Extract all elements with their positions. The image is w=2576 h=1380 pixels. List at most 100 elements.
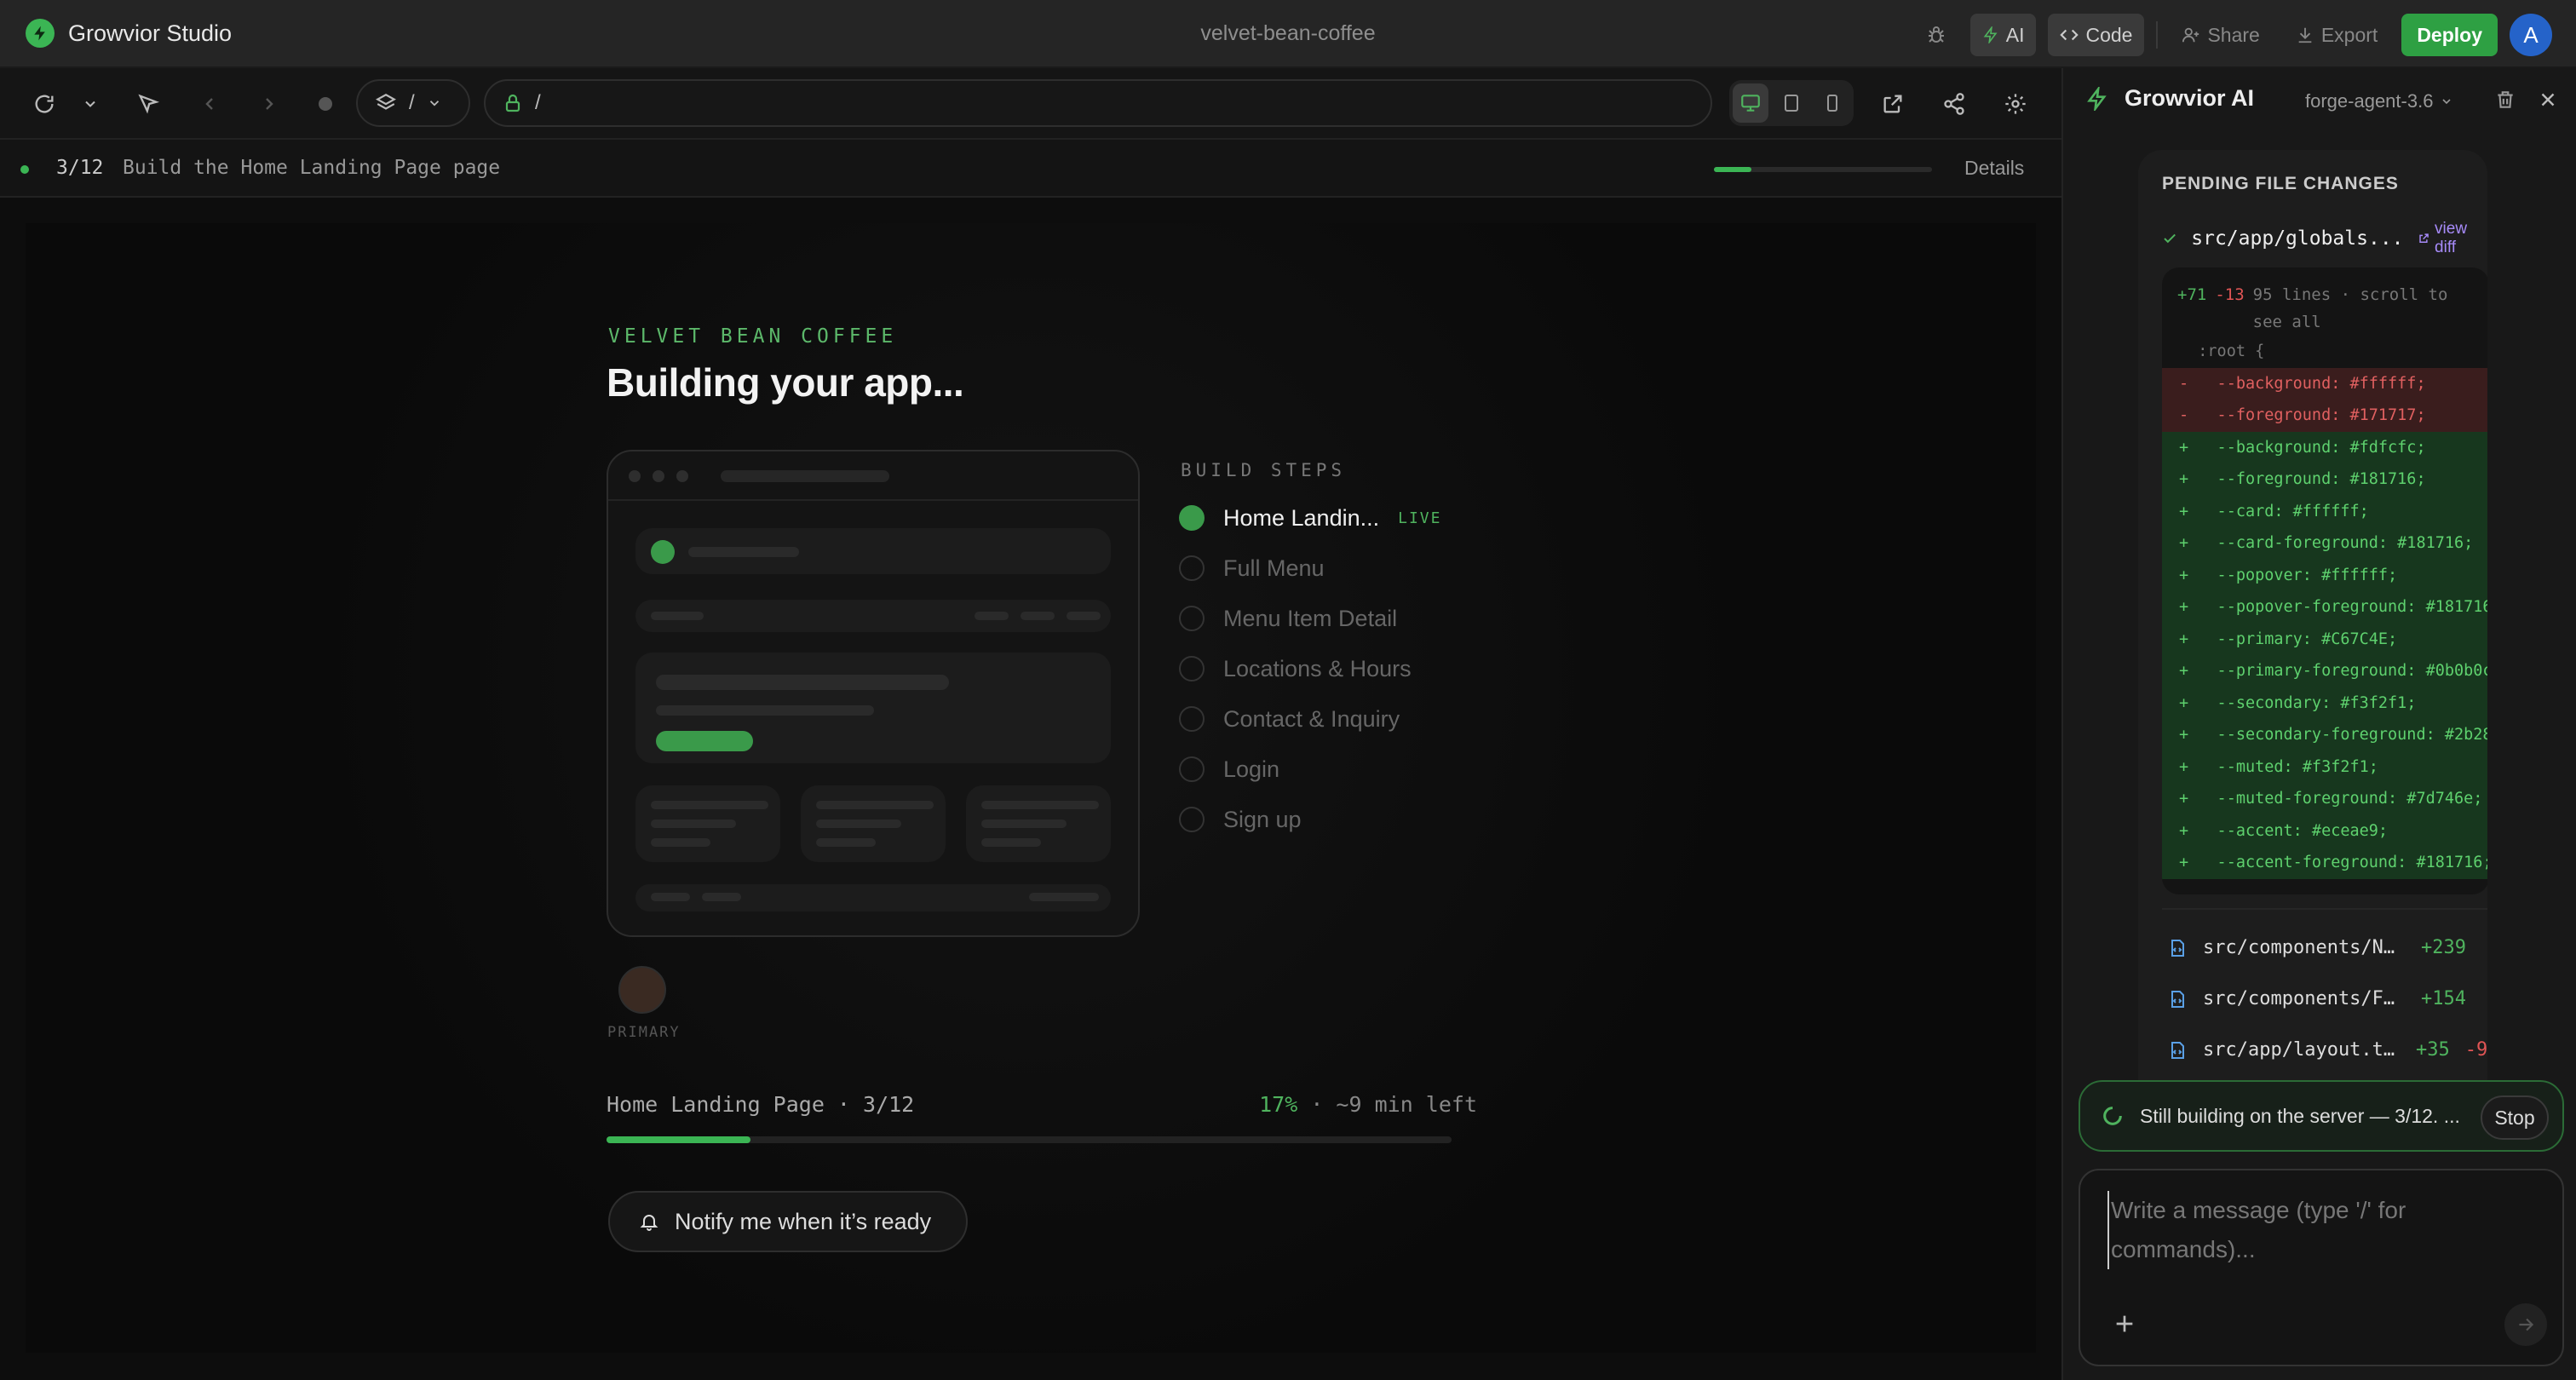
spinner-icon (2103, 1107, 2122, 1125)
app-window: Growvior Studio velvet-bean-coffee AI Co… (0, 0, 2576, 1380)
step-status-icon (1179, 656, 1205, 681)
building-status: Still building on the server — 3/12. ...… (2079, 1080, 2564, 1152)
step-status-icon (1179, 606, 1205, 631)
details-button[interactable]: Details (1964, 157, 2024, 180)
preview-toolbar: / / (0, 68, 2061, 140)
task-step: 3/12 (56, 157, 104, 179)
code-toggle-button[interactable]: Code (2048, 14, 2145, 56)
app-brand: Growvior Studio (26, 19, 232, 48)
step-label: Menu Item Detail (1223, 605, 1398, 631)
build-step: Home Landin... LIVE (1179, 501, 1441, 535)
chevron-right-icon (266, 98, 273, 110)
changed-file-removed: -9 (2464, 1039, 2487, 1061)
chevron-down-icon (429, 101, 439, 106)
select-element-button[interactable] (131, 87, 165, 121)
avatar[interactable]: A (2510, 14, 2552, 56)
changed-file-added: +35 (2416, 1039, 2450, 1061)
changed-file-row[interactable]: src/app/layout.tsx +35 -9 (2167, 1039, 2487, 1061)
build-steps-title: BUILD STEPS (1181, 460, 1347, 480)
mobile-view-button[interactable] (1814, 83, 1850, 123)
bug-icon (1928, 26, 1944, 43)
file-code-icon (2171, 939, 2184, 957)
primary-color-label: PRIMARY (607, 1024, 681, 1041)
url-bar[interactable]: / (484, 79, 1712, 127)
download-icon (2298, 27, 2312, 43)
forward-button[interactable] (252, 87, 286, 121)
step-status-icon (1179, 756, 1205, 782)
diff-line: + --foreground: #181716; (2162, 463, 2487, 496)
changed-file-row[interactable]: src/components/Navb... +239 (2167, 937, 2487, 958)
pending-changes-title: PENDING FILE CHANGES (2162, 174, 2399, 193)
build-progress-eta: 17% · ~9 min left (1159, 1092, 1477, 1117)
build-step: Full Menu (1179, 551, 1325, 585)
share-icon (1944, 93, 1964, 115)
diff-removed-count: -13 (2215, 285, 2245, 304)
model-selector[interactable]: forge-agent-3.6 (2305, 90, 2453, 112)
reload-options-button[interactable] (73, 87, 107, 121)
diff-line: + --card-foreground: #181716; (2162, 527, 2487, 560)
changed-file-row[interactable]: src/components/Foot... +154 (2167, 988, 2487, 1009)
external-link-icon (2418, 233, 2429, 243)
desktop-view-button[interactable] (1733, 83, 1768, 123)
ai-toggle-button[interactable]: AI (1969, 14, 2037, 56)
build-progress-label: Home Landing Page · 3/12 (607, 1092, 915, 1117)
reload-button[interactable] (27, 87, 61, 121)
back-button[interactable] (193, 87, 227, 121)
ai-panel: Growvior AI forge-agent-3.6 PENDING FILE… (2061, 68, 2576, 1380)
step-label: Full Menu (1223, 555, 1325, 581)
step-label: Locations & Hours (1223, 655, 1412, 681)
share-preview-button[interactable] (1937, 87, 1971, 121)
user-plus-icon (2182, 27, 2199, 43)
tablet-view-button[interactable] (1774, 83, 1809, 123)
viewport-switcher (1729, 80, 1854, 126)
export-button[interactable]: Export (2284, 14, 2389, 56)
route-selector[interactable]: / (356, 79, 470, 127)
settings-button[interactable] (1998, 87, 2033, 121)
export-label: Export (2320, 23, 2378, 46)
diff-added-count: +71 (2177, 285, 2207, 304)
message-input[interactable]: Write a message (type '/' for commands).… (2107, 1191, 2499, 1269)
lock-icon (505, 94, 520, 112)
deploy-button[interactable]: Deploy (2401, 14, 2498, 56)
task-progress-bar (1714, 167, 1932, 172)
diff-line: + --card: #ffffff; (2162, 495, 2487, 527)
delete-chat-button[interactable] (2494, 89, 2516, 111)
cursor-icon (138, 94, 160, 114)
diff-lines: :root {- --background: #ffffff; - --foreg… (2162, 336, 2487, 879)
build-eta-text: · ~9 min left (1297, 1092, 1477, 1117)
send-button[interactable] (2504, 1303, 2547, 1346)
ai-label: AI (2005, 23, 2025, 46)
changed-file-added: +154 (2421, 988, 2466, 1009)
stop-button[interactable]: Stop (2481, 1095, 2549, 1140)
monitor-icon (1741, 95, 1760, 112)
chevron-down-icon (2442, 99, 2452, 105)
ai-panel-header: Growvior AI forge-agent-3.6 (2063, 68, 2576, 140)
share-button[interactable]: Share (2170, 14, 2271, 56)
view-diff-link[interactable]: view diff (2418, 220, 2487, 257)
bell-icon (640, 1215, 658, 1231)
attach-button[interactable] (2111, 1310, 2138, 1337)
changed-file-name: src/components/Navb... (2203, 937, 2406, 958)
step-status-icon (1179, 505, 1205, 531)
changed-file-name: src/components/Foot... (2203, 988, 2406, 1009)
title-bar: Growvior Studio velvet-bean-coffee AI Co… (0, 0, 2576, 68)
build-heading: Building your app... (607, 360, 964, 405)
diff-line: + --popover: #ffffff; (2162, 559, 2487, 591)
step-label: Login (1223, 756, 1280, 782)
build-step: Login (1179, 752, 1279, 786)
file-code-icon (2171, 1041, 2184, 1059)
notify-button[interactable]: Notify me when it’s ready (608, 1191, 968, 1252)
build-step: Menu Item Detail (1179, 601, 1397, 635)
step-label: Sign up (1223, 806, 1302, 832)
diff-line: + --accent: #eceae9; (2162, 814, 2487, 847)
close-panel-button[interactable] (2537, 89, 2559, 111)
pending-changes-card: PENDING FILE CHANGES src/app/globals... … (2138, 150, 2487, 1138)
bug-button[interactable] (1914, 14, 1958, 56)
building-text: Still building on the server — 3/12. ... (2140, 1104, 2460, 1127)
status-dot (20, 165, 29, 174)
gear-icon (2005, 94, 2026, 114)
diff-viewer[interactable]: +71 -13 95 lines · scroll to see all :ro… (2162, 267, 2487, 894)
current-file-row: src/app/globals... view diff (2162, 220, 2487, 257)
open-external-button[interactable] (1876, 87, 1910, 121)
url-text: / (535, 91, 541, 114)
